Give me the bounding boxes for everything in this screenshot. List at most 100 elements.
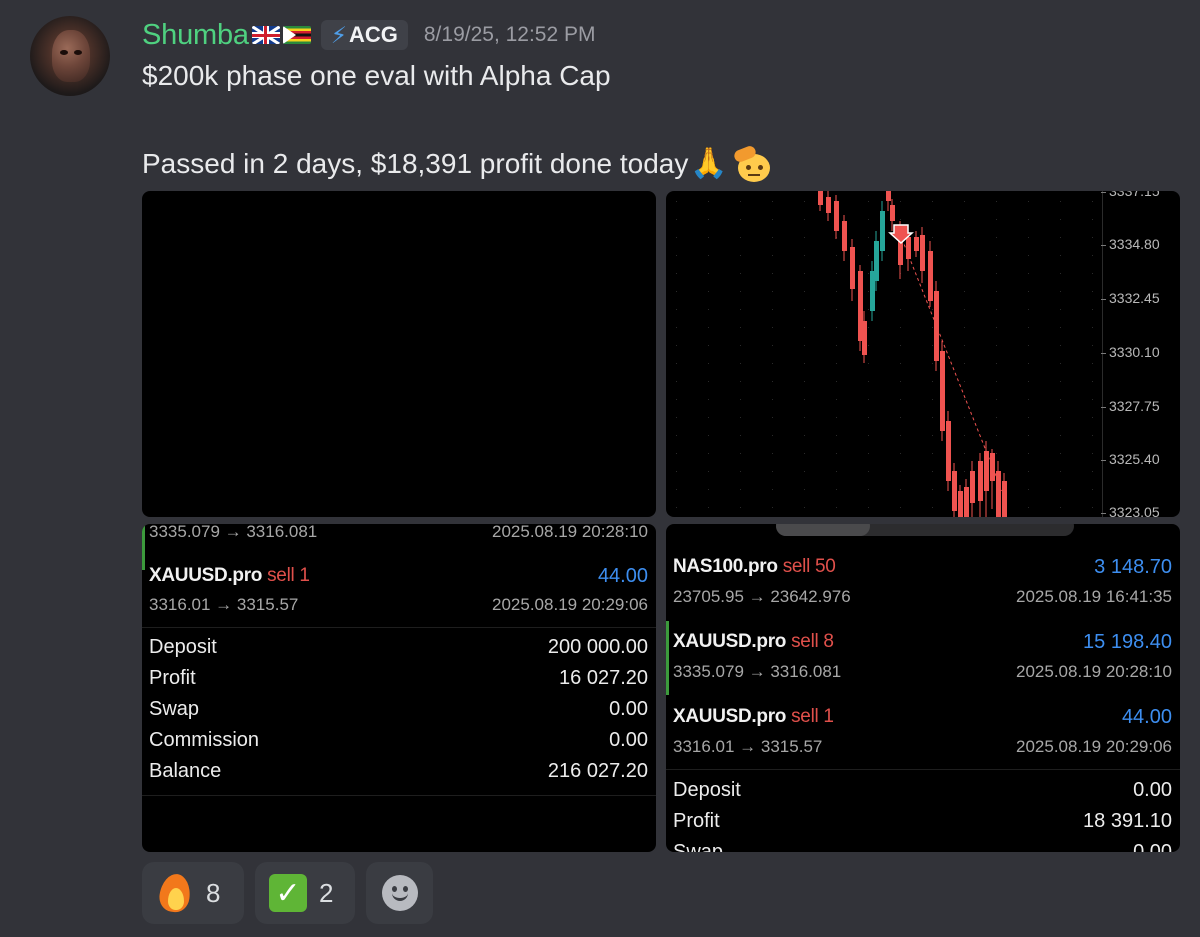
grid-dot bbox=[964, 345, 965, 346]
grid-dot bbox=[772, 219, 773, 220]
grid-dot bbox=[708, 471, 709, 472]
grid-dot bbox=[708, 345, 709, 346]
grid-dot bbox=[1092, 399, 1093, 400]
grid-dot bbox=[900, 399, 901, 400]
reaction-count: 8 bbox=[206, 877, 221, 908]
grid-dot bbox=[964, 273, 965, 274]
trade-row[interactable]: XAUUSD.pro sell 1 44.00 3316.01 → 3315.5… bbox=[666, 702, 1180, 764]
grid-dot bbox=[804, 273, 805, 274]
grid-dot bbox=[804, 219, 805, 220]
grid-dot bbox=[868, 471, 869, 472]
grid-dot bbox=[1092, 219, 1093, 220]
trade-datetime: 2025.08.19 16:41:35 bbox=[1016, 587, 1172, 606]
grid-dot bbox=[1028, 201, 1029, 202]
grid-dot bbox=[804, 363, 805, 364]
summary-profit: Profit 18 391.10 bbox=[673, 810, 1172, 832]
reaction-count: 2 bbox=[319, 877, 334, 908]
grid-dot bbox=[900, 489, 901, 490]
grid-dot bbox=[708, 291, 709, 292]
summary-deposit: Deposit 0.00 bbox=[673, 779, 1172, 801]
grid-dot bbox=[804, 309, 805, 310]
summary-balance: Balance 216 027.20 bbox=[149, 760, 648, 782]
grid-dot bbox=[836, 489, 837, 490]
price-label: 3332.45 bbox=[1101, 290, 1160, 306]
grid-dot bbox=[708, 399, 709, 400]
grid-dot bbox=[1092, 273, 1093, 274]
trade-datetime: 2025.08.19 20:29:06 bbox=[492, 595, 648, 614]
reactions-bar: 8 ✓ 2 bbox=[142, 862, 433, 924]
candle bbox=[818, 191, 823, 205]
guild-tag[interactable]: ⚡ ACG bbox=[320, 20, 408, 50]
grid-dot bbox=[1028, 471, 1029, 472]
grid-dot bbox=[932, 201, 933, 202]
check-mark-icon: ✓ bbox=[269, 874, 307, 912]
image-attachments: 3337.15 3334.80 3332.45 3330.10 3327.75 … bbox=[142, 191, 1180, 852]
grid-dot bbox=[1092, 417, 1093, 418]
grid-dot bbox=[996, 255, 997, 256]
grid-dot bbox=[740, 219, 741, 220]
grid-dot bbox=[676, 471, 677, 472]
grid-dot bbox=[868, 381, 869, 382]
grid-dot bbox=[1092, 291, 1093, 292]
grid-dot bbox=[1060, 201, 1061, 202]
trade-row[interactable]: NAS100.pro sell 50 3 148.70 23705.95 → 2… bbox=[666, 552, 1180, 614]
candle bbox=[1002, 481, 1007, 517]
grid-dot bbox=[772, 237, 773, 238]
grid-dot bbox=[1060, 399, 1061, 400]
grid-dot bbox=[868, 345, 869, 346]
price-label: 3337.15 bbox=[1101, 191, 1160, 199]
candle bbox=[850, 247, 855, 289]
image-attachment-chart[interactable]: 3337.15 3334.80 3332.45 3330.10 3327.75 … bbox=[666, 191, 1180, 517]
grid-dot bbox=[964, 327, 965, 328]
trade-prices: 3316.01 → 3315.57 bbox=[149, 595, 299, 614]
grid-dot bbox=[676, 435, 677, 436]
grid-dot bbox=[836, 507, 837, 508]
trade-profit: 44.00 bbox=[597, 565, 648, 587]
grid-dot bbox=[868, 237, 869, 238]
grid-dot bbox=[964, 399, 965, 400]
grid-dot bbox=[996, 291, 997, 292]
grid-dot bbox=[932, 435, 933, 436]
trade-row[interactable]: XAUUSD.pro sell 1 44.00 3316.01 → 3315.5… bbox=[142, 561, 656, 623]
trade-symbol: XAUUSD.pro sell 1 bbox=[149, 565, 310, 586]
grid-dot bbox=[1028, 291, 1029, 292]
grid-dot bbox=[932, 471, 933, 472]
price-axis: 3337.15 3334.80 3332.45 3330.10 3327.75 … bbox=[1101, 191, 1180, 517]
reaction-check[interactable]: ✓ 2 bbox=[255, 862, 355, 924]
trade-side: sell 1 bbox=[267, 565, 310, 586]
grid-dot bbox=[996, 345, 997, 346]
grid-dot bbox=[1028, 381, 1029, 382]
grid-dot bbox=[900, 417, 901, 418]
grid-dot bbox=[1092, 471, 1093, 472]
add-reaction-button[interactable] bbox=[366, 862, 433, 924]
trade-profit: 3 148.70 bbox=[1094, 556, 1172, 578]
folded-hands-icon: 🙏 bbox=[690, 147, 728, 180]
grid-dot bbox=[676, 327, 677, 328]
grid-dot bbox=[1060, 417, 1061, 418]
grid-dot bbox=[900, 201, 901, 202]
grid-dot bbox=[708, 309, 709, 310]
grid-dot bbox=[868, 453, 869, 454]
image-attachment-blank[interactable] bbox=[142, 191, 656, 517]
timestamp[interactable]: 8/19/25, 12:52 PM bbox=[424, 23, 596, 47]
grid-dot bbox=[1092, 327, 1093, 328]
reaction-fire[interactable]: 8 bbox=[142, 862, 244, 924]
scroll-handle[interactable] bbox=[776, 524, 1074, 536]
grid-dot bbox=[900, 345, 901, 346]
avatar[interactable] bbox=[30, 16, 110, 96]
message-header: Shumba ⚡ ACG 8/19/25, 12:52 PM bbox=[142, 18, 596, 52]
grid-dot bbox=[932, 309, 933, 310]
grid-dot bbox=[1092, 453, 1093, 454]
grid-dot bbox=[1092, 507, 1093, 508]
candle bbox=[978, 461, 983, 501]
summary-commission: Commission 0.00 bbox=[149, 729, 648, 751]
username[interactable]: Shumba bbox=[142, 19, 249, 52]
grid-dot bbox=[740, 381, 741, 382]
image-attachment-history-left[interactable]: 3335.079 → 3316.081 2025.08.19 20:28:10 … bbox=[142, 524, 656, 852]
trade-row[interactable]: XAUUSD.pro sell 8 15 198.40 3335.079 → 3… bbox=[666, 621, 1180, 695]
candle bbox=[826, 197, 831, 213]
candle bbox=[958, 491, 963, 517]
grid-dot bbox=[772, 291, 773, 292]
image-attachment-history-right[interactable]: NAS100.pro sell 50 3 148.70 23705.95 → 2… bbox=[666, 524, 1180, 852]
candle bbox=[834, 201, 839, 231]
